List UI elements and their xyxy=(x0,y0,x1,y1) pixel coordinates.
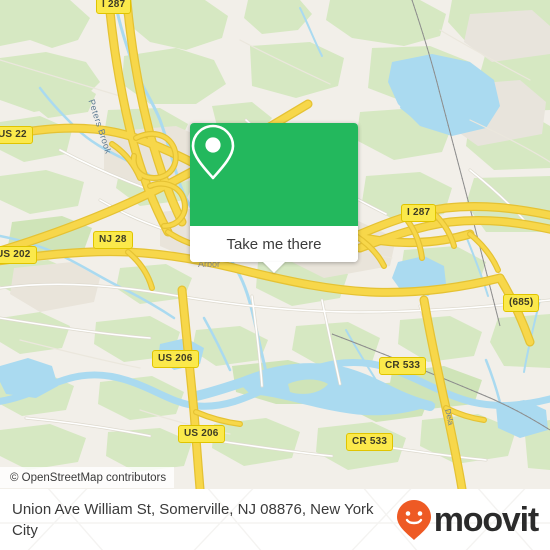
take-me-there-button[interactable]: Take me there xyxy=(190,226,358,262)
road-shield-us206-lower: US 206 xyxy=(178,425,225,443)
road-shield-us202: US 202 xyxy=(0,246,37,264)
road-shield-i287-east: I 287 xyxy=(401,204,437,222)
moovit-logo[interactable]: moovit xyxy=(395,499,539,541)
road-shield-i287-north: I 287 xyxy=(96,0,132,14)
map-canvas[interactable]: .wtr { fill:#aadaf0; } .wln { fill:none;… xyxy=(0,0,550,489)
road-shield-685: (685) xyxy=(503,294,540,312)
road-shield-us206-upper: US 206 xyxy=(152,350,199,368)
osm-attribution[interactable]: © OpenStreetMap contributors xyxy=(0,467,175,488)
road-shield-us22: US 22 xyxy=(0,126,33,144)
moovit-wordmark: moovit xyxy=(433,500,539,539)
moovit-pin-smiley-icon xyxy=(396,499,431,540)
take-me-there-label: Take me there xyxy=(226,235,322,253)
road-shield-nj28: NJ 28 xyxy=(93,231,133,249)
location-popup-card[interactable]: Take me there xyxy=(190,123,358,273)
road-shield-cr533-upper: CR 533 xyxy=(379,357,427,375)
map-page: .wtr { fill:#aadaf0; } .wln { fill:none;… xyxy=(0,0,550,550)
road-shield-cr533-lower: CR 533 xyxy=(346,433,394,451)
footer-bar: Union Ave William St, Somerville, NJ 088… xyxy=(0,489,550,550)
popup-header xyxy=(190,123,358,226)
map-pin-icon xyxy=(191,124,235,180)
popup-pointer-tail xyxy=(263,262,285,273)
address-label: Union Ave William St, Somerville, NJ 088… xyxy=(12,500,374,539)
